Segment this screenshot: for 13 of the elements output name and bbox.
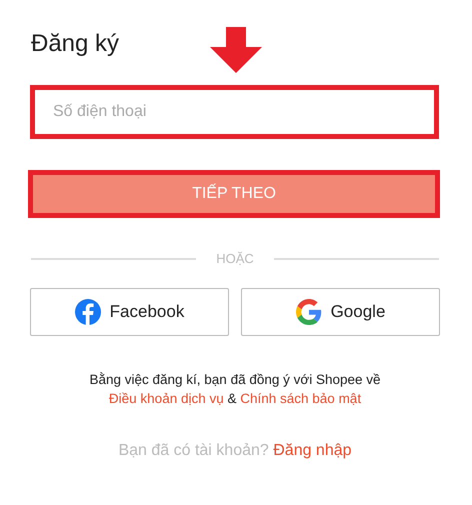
down-arrow-icon (210, 27, 262, 73)
google-icon (296, 299, 322, 325)
social-login-button[interactable]: Facebook (30, 288, 229, 336)
login-prompt: Bạn đã có tài khoản? Đăng nhập (117, 442, 353, 460)
facebook-icon (74, 299, 101, 325)
divider-label: HOẶC (215, 251, 255, 266)
login-link[interactable]: Đăng nhập (273, 442, 352, 459)
social-login-button[interactable]: Google (241, 288, 440, 336)
terms-of-service-link[interactable]: Điều khoản dịch vụ (108, 391, 224, 406)
terms-text: Bằng việc đăng kí, bạn đã đồng ý với Shopee về Điều khoản dịch vụ & Chính sách bảo mật (88, 371, 382, 408)
page-title: Đăng ký (31, 30, 120, 58)
privacy-policy-link[interactable]: Chính sách bảo mật (240, 391, 362, 406)
phone-input-field[interactable]: Số điện thoại (30, 85, 439, 139)
